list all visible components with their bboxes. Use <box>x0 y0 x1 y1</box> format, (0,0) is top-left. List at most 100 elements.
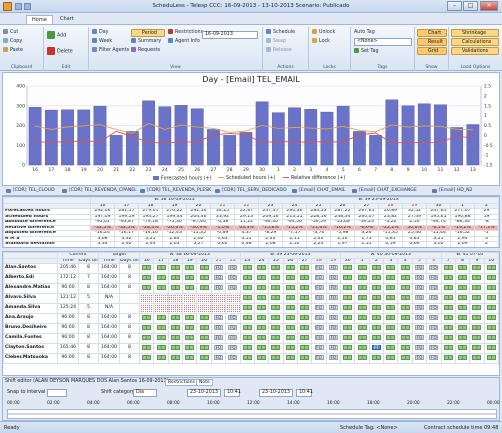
shift-block[interactable]: I <box>300 315 310 321</box>
shift-block[interactable]: I <box>285 325 295 331</box>
schedule-day-cell[interactable]: I <box>340 283 356 294</box>
file-orb[interactable] <box>1 15 11 24</box>
shift-block[interactable]: FO <box>328 275 338 281</box>
agent-name[interactable]: Alan.Santos <box>3 263 58 274</box>
schedule-day-cell[interactable]: I <box>383 263 399 274</box>
shift-block[interactable]: I <box>371 315 381 321</box>
view-day-button[interactable]: Day <box>92 29 108 37</box>
stat-cell[interactable]: 21 <box>210 246 235 247</box>
schedule-day-cell[interactable]: I <box>368 263 385 274</box>
schedule-day-cell[interactable]: I <box>139 333 155 344</box>
schedule-day-cell[interactable]: I <box>354 323 370 334</box>
shift-block[interactable]: I <box>142 285 152 291</box>
schedule-day-cell[interactable]: I <box>253 343 270 354</box>
schedule-day-cell[interactable]: I <box>268 283 284 294</box>
schedule-day-cell[interactable]: I <box>139 313 155 324</box>
schedule-day-cell[interactable]: I <box>383 283 399 294</box>
schedule-day-cell[interactable]: I <box>354 353 370 364</box>
agent-name[interactable]: Alvaro.Silva <box>3 293 58 304</box>
schedule-day-cell[interactable]: FO <box>311 313 327 324</box>
agent-name[interactable]: Clayton.Santos <box>3 343 58 354</box>
schedule-day-cell[interactable]: I <box>354 303 370 314</box>
schedule-day-cell[interactable]: FO <box>426 323 442 334</box>
schedule-day-cell[interactable]: FO <box>325 263 342 274</box>
shift-block[interactable]: I <box>343 295 353 301</box>
shift-block[interactable]: I <box>185 345 195 351</box>
shift-block[interactable]: I <box>343 305 353 311</box>
stat-cell[interactable]: 209,16 <box>258 213 283 220</box>
schedule-day-cell[interactable]: I <box>440 303 456 314</box>
shift-block[interactable]: I <box>271 335 281 341</box>
shift-block[interactable]: I <box>371 325 381 331</box>
shift-block[interactable]: I <box>242 265 252 271</box>
schedule-day-cell[interactable]: I <box>182 343 198 354</box>
shift-block[interactable]: I <box>386 275 396 281</box>
stat-cell[interactable]: 25 <box>306 246 331 247</box>
queue-tab-tel-serv-dedicado[interactable]: [CDR] TEL_SERV_DEDICADO <box>215 188 287 193</box>
shift-block[interactable]: I <box>357 305 367 311</box>
shift-block[interactable]: FO <box>314 355 324 361</box>
agent-name[interactable]: Amanda.Silva <box>3 303 58 314</box>
shift-block[interactable]: I <box>156 325 166 331</box>
shift-block[interactable]: I <box>400 295 410 301</box>
schedule-day-cell[interactable]: I <box>139 273 155 284</box>
shift-block[interactable]: I <box>242 325 252 331</box>
agent-name[interactable]: Camila.Fontes <box>3 333 58 344</box>
shift-block[interactable]: I <box>300 345 310 351</box>
shift-block[interactable]: FO <box>328 355 338 361</box>
shift-block[interactable]: I <box>386 315 396 321</box>
shift-block[interactable]: I <box>486 285 496 291</box>
view-week-button[interactable]: Week <box>92 38 112 46</box>
schedule-day-cell[interactable]: I <box>196 353 212 364</box>
schedule-day-cell[interactable]: I <box>483 293 499 304</box>
schedule-day-cell[interactable]: I <box>253 333 270 344</box>
show-result-button[interactable]: Result <box>417 38 447 46</box>
shrinkage-button[interactable]: Shrinkage <box>451 29 499 37</box>
stat-cell[interactable]: -19,2% <box>450 224 475 231</box>
schedule-day-cell[interactable]: I <box>253 273 270 284</box>
schedule-day-cell[interactable]: I <box>167 343 184 354</box>
shift-block[interactable]: FO <box>228 275 238 281</box>
shift-block[interactable]: I <box>458 355 468 361</box>
stat-cell[interactable]: 190,88 <box>450 213 475 220</box>
schedule-day-cell[interactable]: I <box>483 333 499 344</box>
shift-block[interactable]: I <box>242 335 252 341</box>
schedule-day-cell[interactable]: I <box>167 313 184 324</box>
schedule-day-cell[interactable]: I <box>253 303 270 314</box>
schedule-day-cell[interactable]: FO <box>426 263 442 274</box>
shift-block[interactable]: I <box>486 315 496 321</box>
agent-row[interactable]: Amanda.Silva 125:24 5 N/A I I I I I FO FO I I I I I FO FO… <box>3 303 499 314</box>
shift-block[interactable]: I <box>271 285 281 291</box>
schedule-day-cell[interactable]: I <box>296 313 313 324</box>
schedule-day-cell[interactable]: I <box>282 333 298 344</box>
schedule-day-cell[interactable]: I <box>469 263 485 274</box>
schedule-day-cell[interactable]: I <box>239 283 255 294</box>
schedule-day-cell[interactable]: I <box>253 353 270 364</box>
shift-block[interactable]: I <box>170 285 180 291</box>
schedule-day-cell[interactable]: I <box>268 333 284 344</box>
shift-block[interactable]: I <box>443 335 453 341</box>
schedule-day-cell[interactable]: I <box>440 293 456 304</box>
schedule-day-cell[interactable]: I <box>153 263 169 274</box>
schedule-day-cell[interactable]: FO <box>325 283 342 294</box>
shift-block[interactable]: FO <box>429 275 439 281</box>
schedule-day-cell[interactable]: I <box>296 283 313 294</box>
shift-block[interactable]: I <box>472 265 482 271</box>
schedule-day-cell[interactable]: I <box>296 293 313 304</box>
schedule-day-cell[interactable]: I <box>383 353 399 364</box>
shift-block[interactable]: I <box>257 305 267 311</box>
shift-block[interactable]: I <box>472 295 482 301</box>
cut-button[interactable]: Cut <box>3 29 18 37</box>
shift-block[interactable]: I <box>443 315 453 321</box>
schedule-day-cell[interactable]: I <box>153 273 169 284</box>
schedule-day-cell[interactable]: I <box>340 303 356 314</box>
schedule-day-cell[interactable]: I <box>139 283 155 294</box>
schedule-day-cell[interactable]: I <box>282 263 298 274</box>
shift-block[interactable]: FO <box>213 315 223 321</box>
schedule-day-cell[interactable]: I <box>253 283 270 294</box>
stat-cell[interactable]: 30 <box>426 246 451 247</box>
schedule-day-cell[interactable]: I <box>340 353 356 364</box>
shift-block[interactable]: I <box>142 355 152 361</box>
shift-block[interactable]: I <box>285 275 295 281</box>
schedule-day-cell[interactable]: FO <box>411 273 428 284</box>
